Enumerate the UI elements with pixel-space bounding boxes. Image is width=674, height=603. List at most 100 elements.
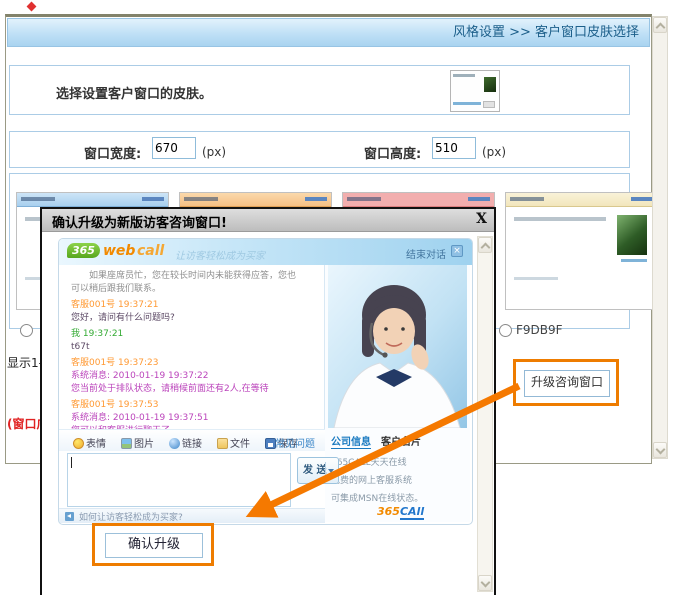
page-scrollbar[interactable] xyxy=(652,16,668,459)
dialog-title: 确认升级为新版访客咨询窗口! xyxy=(52,212,227,231)
faq-link[interactable]: 常见问题 xyxy=(275,435,315,450)
intro-section: 选择设置客户窗口的皮肤。 xyxy=(9,65,630,115)
upgrade-confirm-dialog: 确认升级为新版访客咨询窗口! X 365 web call 让访客轻松成为买家 … xyxy=(40,207,496,595)
agent-label: 客服001号 19:37:53 xyxy=(71,399,304,412)
intro-text: 选择设置客户窗口的皮肤。 xyxy=(56,83,212,102)
file-button[interactable]: 文件 xyxy=(217,435,250,450)
agent-label: 客服001号 19:37:23 xyxy=(71,357,304,370)
close-icon[interactable]: X xyxy=(476,211,487,227)
folder-file-icon xyxy=(217,438,228,449)
confirm-button-highlight: 确认升级 xyxy=(92,523,214,566)
logo-tagline: 让访客轻松成为买家 xyxy=(175,247,265,262)
preview-toolbar-line xyxy=(453,102,481,105)
chat-message-list: 如果座席员忙，您在较长时间内未能获得应答，您也可以稍后跟我们联系。 客服001号… xyxy=(59,265,325,429)
company-info-line: 365CALL天天在线 xyxy=(331,455,407,468)
emoticon-button[interactable]: 表情 xyxy=(73,435,106,450)
logo-365-icon: 365 xyxy=(67,243,100,258)
footer-365call-logo: 365CAll xyxy=(377,505,424,518)
logo-365-part: 365 xyxy=(377,505,400,518)
logo-call-part: CAll xyxy=(400,505,424,520)
scroll-down-icon[interactable] xyxy=(653,442,667,458)
window-height-input[interactable] xyxy=(432,137,476,159)
thumb-caption-line xyxy=(621,259,647,262)
chat-toolbar: 表情 图片 链接 文件 保存 常见问题 xyxy=(59,429,325,451)
dialog-title-bar: 确认升级为新版访客咨询窗口! X xyxy=(42,209,494,232)
smiley-icon xyxy=(73,438,84,449)
window-width-unit: (px) xyxy=(202,145,226,159)
send-button[interactable]: 发 送 xyxy=(297,457,339,484)
send-dropdown-icon[interactable] xyxy=(328,469,334,473)
window-width-label: 窗口宽度: xyxy=(84,143,141,162)
preview-title-line xyxy=(453,74,475,77)
logo-web: web xyxy=(103,243,135,259)
window-height-label: 窗口高度: xyxy=(364,143,421,162)
thumb-title-line xyxy=(347,197,381,201)
skin-radio-1[interactable] xyxy=(20,324,33,337)
chat-message-input[interactable] xyxy=(67,453,291,507)
browser-red-mark-icon xyxy=(27,2,37,12)
scroll-down-icon[interactable] xyxy=(478,575,492,591)
globe-link-icon xyxy=(169,438,180,449)
end-chat-close-icon[interactable] xyxy=(451,245,463,257)
chat-right-panel: 公司信息 客户名片 365CALL天天在线 免费的网上客服系统 可集成MSN在线… xyxy=(325,265,470,522)
thumb-header xyxy=(17,193,168,207)
dialog-body: 365 web call 让访客轻松成为买家 结束对话 如果座席员忙，您在较长时… xyxy=(42,232,494,595)
upgrade-button-highlight: 升级咨询窗口 xyxy=(513,359,619,406)
thumb-title-line xyxy=(21,197,55,201)
tip-arrow-icon xyxy=(65,512,74,521)
tab-company-info[interactable]: 公司信息 xyxy=(331,433,371,449)
send-separator xyxy=(325,462,326,479)
chat-header: 365 web call 让访客轻松成为买家 结束对话 xyxy=(59,239,472,265)
preview-send-button xyxy=(483,101,495,108)
thumb-title-line xyxy=(510,197,544,201)
upgrade-window-button[interactable]: 升级咨询窗口 xyxy=(524,370,610,397)
scroll-up-icon[interactable] xyxy=(478,237,492,253)
link-label: 链接 xyxy=(182,439,202,450)
thumb-text-line xyxy=(514,217,606,221)
skin-settings-page: 风格设置 >> 客户窗口皮肤选择 选择设置客户窗口的皮肤。 窗口宽度: (px)… xyxy=(0,0,674,603)
chevron-down-icon xyxy=(480,578,490,588)
window-width-input[interactable] xyxy=(152,137,196,159)
link-button[interactable]: 链接 xyxy=(169,435,202,450)
chevron-down-icon xyxy=(655,445,665,455)
thumb-header xyxy=(506,193,657,207)
chevron-up-icon xyxy=(655,23,665,33)
thumb-link-line xyxy=(305,197,327,201)
thumb-link-line xyxy=(468,197,490,201)
confirm-upgrade-button[interactable]: 确认升级 xyxy=(105,533,203,558)
company-info-line: 可集成MSN在线状态。 xyxy=(331,491,423,504)
agent-photo xyxy=(328,265,467,428)
chat-notice: 如果座席员忙，您在较长时间内未能获得应答，您也可以稍后跟我们联系。 xyxy=(71,270,304,296)
thumb-header xyxy=(180,193,331,207)
send-label: 发 送 xyxy=(303,465,326,476)
company-info-line: 免费的网上客服系统 xyxy=(331,473,412,486)
me-label: 我 19:37:21 xyxy=(71,328,304,341)
chat-footer: 如何让访客轻松成为买家? xyxy=(59,508,325,523)
file-label: 文件 xyxy=(230,439,250,450)
thumb-text-line xyxy=(514,277,558,280)
system-message: 系统消息: 2010-01-19 19:37:22 xyxy=(71,370,304,383)
footer-question[interactable]: 如何让访客轻松成为买家? xyxy=(79,510,183,523)
current-skin-preview xyxy=(450,70,500,112)
breadcrumb[interactable]: 风格设置 >> 客户窗口皮肤选择 xyxy=(7,18,650,47)
preview-agent-photo xyxy=(484,77,496,92)
image-icon xyxy=(121,438,132,449)
skin-color-code: F9DB9F xyxy=(516,323,563,337)
thumb-agent-photo xyxy=(617,215,647,255)
skin-thumbnail-yellow[interactable] xyxy=(505,192,658,310)
image-button[interactable]: 图片 xyxy=(121,435,154,450)
size-settings-section: 窗口宽度: (px) 窗口高度: (px) xyxy=(9,131,630,168)
thumb-link-line xyxy=(142,197,164,201)
thumb-header xyxy=(343,193,494,207)
dialog-scrollbar[interactable] xyxy=(477,236,493,592)
chevron-up-icon xyxy=(480,243,490,253)
my-message: t67t xyxy=(71,341,304,354)
tab-customer-card[interactable]: 客户名片 xyxy=(381,433,421,448)
end-chat-label[interactable]: 结束对话 xyxy=(406,246,446,261)
scroll-up-icon[interactable] xyxy=(653,17,667,33)
agent-label: 客服001号 19:37:21 xyxy=(71,299,304,312)
thumb-title-line xyxy=(184,197,218,201)
info-tabs: 公司信息 客户名片 xyxy=(325,433,470,449)
system-message: 系统消息: 2010-01-19 19:37:51 xyxy=(71,412,304,425)
skin-radio-4[interactable] xyxy=(499,324,512,337)
